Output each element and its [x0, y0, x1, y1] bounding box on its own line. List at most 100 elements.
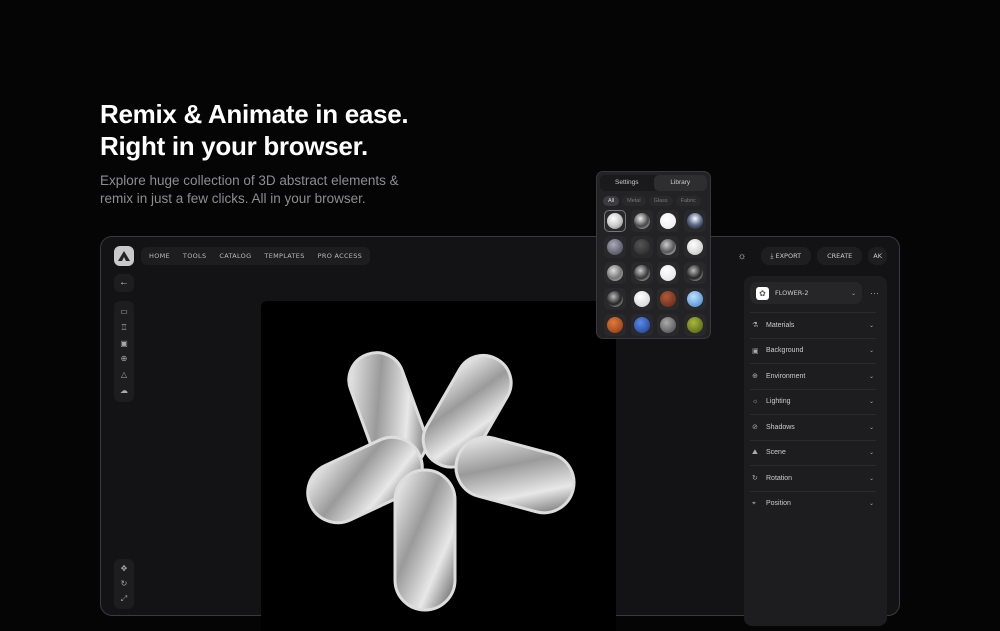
nav-pro-access[interactable]: PRO ACCESS — [318, 252, 362, 260]
section-label: Scene — [766, 449, 786, 457]
scene-icon: ⛰ — [752, 448, 758, 456]
material-sphere — [607, 265, 623, 281]
material-sphere — [660, 265, 676, 281]
material-sphere — [633, 265, 650, 281]
filter-glass[interactable]: Glass — [648, 196, 673, 206]
section-background[interactable]: ▣ Background ⌄ — [750, 337, 876, 364]
material-sphere — [607, 317, 623, 333]
section-materials[interactable]: ⚗ Materials ⌄ — [750, 312, 876, 338]
material-swatch[interactable] — [657, 262, 679, 284]
material-sphere — [633, 291, 650, 307]
material-swatch[interactable] — [630, 314, 653, 336]
section-lighting[interactable]: ☼ Lighting ⌄ — [750, 388, 876, 415]
object-name: FLOWER-2 — [775, 289, 809, 297]
material-sphere — [607, 291, 623, 307]
material-swatch[interactable] — [683, 288, 706, 310]
section-rotation[interactable]: ↻ Rotation ⌄ — [750, 465, 876, 491]
section-scene[interactable]: ⛰ Scene ⌄ — [750, 439, 876, 466]
laptop-icon[interactable]: ▭ — [120, 307, 128, 317]
shapes-icon[interactable]: △ — [121, 370, 127, 380]
material-sphere — [633, 317, 650, 333]
chevron-down-icon: ⌄ — [868, 475, 874, 482]
material-swatch[interactable] — [657, 288, 679, 310]
back-button[interactable]: ← — [114, 274, 134, 292]
material-sphere — [686, 213, 703, 229]
section-label: Environment — [766, 372, 806, 380]
filter-all[interactable]: All — [603, 196, 620, 206]
section-shadows[interactable]: ⊘ Shadows ⌄ — [750, 414, 876, 440]
nav-home[interactable]: HOME — [149, 252, 170, 260]
rotation-icon: ↻ — [752, 475, 758, 483]
section-environment[interactable]: ⊕ Environment ⌄ — [750, 363, 876, 389]
material-swatch[interactable] — [630, 262, 653, 284]
chevron-down-icon: ⌄ — [868, 322, 874, 329]
material-swatch[interactable] — [630, 288, 653, 310]
box-icon[interactable]: ▣ — [120, 339, 128, 349]
section-label: Position — [766, 500, 791, 508]
flower-3d-model — [306, 351, 576, 612]
section-position[interactable]: ⌖ Position ⌄ — [750, 490, 876, 517]
object-thumbnail: ✿ — [756, 286, 769, 300]
material-swatch[interactable] — [604, 288, 626, 310]
material-sphere — [633, 213, 650, 229]
material-swatch[interactable] — [657, 210, 679, 232]
add-circle-icon[interactable]: ⊕ — [121, 354, 128, 364]
nav-templates[interactable]: TEMPLATES — [264, 252, 304, 260]
more-options-icon[interactable]: ··· — [870, 288, 879, 298]
object-selector[interactable]: ✿ FLOWER-2 ⌄ — [750, 282, 862, 304]
section-label: Background — [766, 347, 804, 355]
material-sphere — [633, 239, 650, 255]
image-icon: ▣ — [752, 347, 759, 355]
material-sphere — [607, 213, 623, 229]
material-swatch[interactable] — [657, 314, 679, 336]
expand-icon[interactable]: ⤢ — [121, 594, 127, 604]
nav-tools[interactable]: TOOLS — [183, 252, 206, 260]
material-sphere — [686, 265, 703, 281]
chevron-down-icon: ⌄ — [868, 348, 874, 355]
tab-settings[interactable]: Settings — [600, 175, 654, 191]
material-swatch[interactable] — [604, 262, 626, 284]
filter-fabric[interactable]: Fabric — [675, 196, 701, 206]
section-label: Shadows — [766, 423, 795, 431]
bottom-toolbar: ✥ ↻ ⤢ — [114, 559, 134, 609]
material-swatch[interactable] — [683, 314, 706, 336]
chevron-down-icon: ⌄ — [868, 373, 874, 380]
material-swatch[interactable] — [683, 262, 706, 284]
material-swatch[interactable] — [683, 210, 706, 232]
globe-icon: ⊕ — [752, 373, 758, 381]
material-swatch[interactable] — [604, 314, 626, 336]
create-button[interactable]: CREATE — [817, 247, 863, 265]
section-label: Materials — [766, 321, 795, 329]
section-label: Lighting — [766, 398, 791, 406]
material-swatch[interactable] — [604, 210, 626, 232]
material-swatch[interactable] — [630, 236, 653, 258]
chevron-down-icon: ⌄ — [850, 290, 856, 297]
materials-icon: ⚗ — [752, 322, 759, 330]
material-sphere — [660, 213, 676, 229]
nav-catalog[interactable]: CATALOG — [219, 252, 251, 260]
left-toolbar: ▭ ♖ ▣ ⊕ △ ☁ — [114, 301, 134, 402]
filter-metal[interactable]: Metal — [622, 196, 646, 206]
properties-panel: ✿ FLOWER-2 ⌄ ··· ⚗ Materials ⌄ ▣ Background ⌄… — [744, 276, 887, 626]
chevron-down-icon: ⌄ — [868, 450, 874, 457]
sun-icon: ☼ — [752, 398, 759, 406]
tab-library[interactable]: Library — [653, 175, 707, 191]
export-button[interactable]: ⤓ EXPORT — [760, 247, 812, 265]
app-logo[interactable] — [114, 246, 134, 266]
chevron-down-icon: ⌄ — [868, 424, 874, 431]
move-icon[interactable]: ✥ — [121, 564, 128, 574]
refresh-icon[interactable]: ↻ — [121, 579, 128, 589]
material-swatch[interactable] — [657, 236, 679, 258]
material-swatch[interactable] — [683, 236, 706, 258]
section-label: Rotation — [766, 474, 793, 482]
shirt-icon[interactable]: ♖ — [120, 323, 127, 333]
material-sphere — [686, 317, 703, 333]
theme-toggle-sun-icon[interactable]: ☼ — [737, 251, 746, 262]
material-sphere — [686, 239, 703, 255]
cloud-upload-icon[interactable]: ☁ — [120, 386, 128, 396]
material-sphere — [686, 291, 703, 307]
material-swatch[interactable] — [630, 210, 653, 232]
material-swatch[interactable] — [604, 236, 626, 258]
user-avatar[interactable]: AK — [868, 247, 887, 265]
chevron-down-icon: ⌄ — [868, 399, 874, 406]
